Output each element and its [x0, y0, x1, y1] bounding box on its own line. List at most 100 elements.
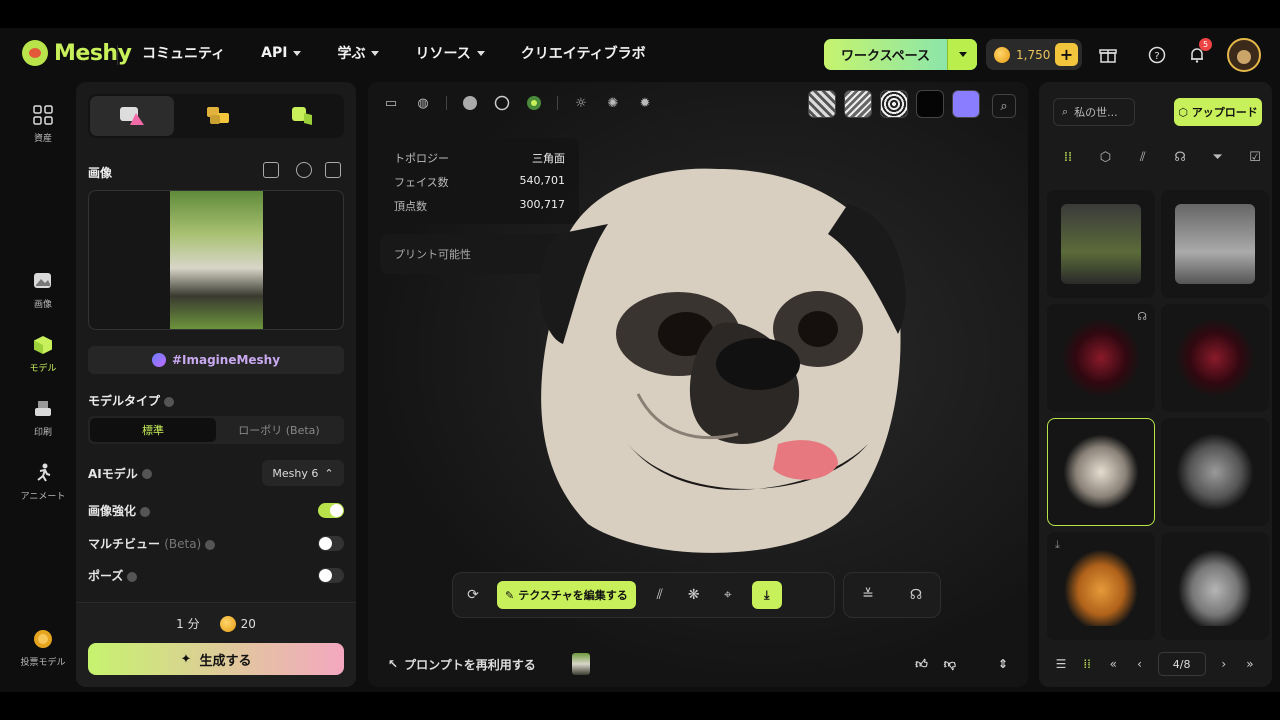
next-page-icon[interactable]: ›	[1216, 657, 1232, 671]
asset-card[interactable]	[1161, 304, 1269, 412]
nav-api[interactable]: API	[261, 43, 302, 63]
swatch-purple[interactable]	[952, 90, 980, 118]
thumbs-down-icon[interactable]: 👎︎	[944, 657, 956, 672]
asset-card[interactable]: ☊	[1047, 304, 1155, 412]
bulb-icon[interactable]	[296, 162, 312, 178]
list-icon[interactable]	[325, 162, 341, 178]
asset-card[interactable]	[1161, 190, 1269, 298]
globe-icon[interactable]: ◍	[414, 94, 432, 112]
rail-vote-model[interactable]: 投票モデル	[12, 628, 74, 668]
asset-card[interactable]	[1047, 190, 1155, 298]
filter-texture-icon[interactable]: ⫽	[1134, 148, 1152, 166]
add-credits-button[interactable]: +	[1055, 43, 1078, 66]
select-checkbox-icon[interactable]: ☑	[1246, 148, 1264, 166]
credits-pill[interactable]: 1,750 +	[986, 39, 1082, 70]
edit-texture-button[interactable]: ✎ テクスチャを編集する	[497, 581, 636, 609]
prev-page-icon[interactable]: ‹	[1131, 657, 1147, 671]
credit-cost: 20	[240, 616, 256, 631]
pose-toggle[interactable]	[318, 568, 344, 583]
filter-all-icon[interactable]: ⁞⁞	[1059, 148, 1077, 166]
rail-model[interactable]: モデル	[12, 334, 74, 374]
workspace-button[interactable]: ワークスペース	[824, 39, 977, 70]
zoom-icon[interactable]: ⌕	[992, 94, 1016, 118]
crop-icon[interactable]	[263, 162, 279, 178]
rail-print[interactable]: 印刷	[12, 398, 74, 438]
filter-animation-icon[interactable]: ☊	[1171, 148, 1189, 166]
avatar[interactable]	[1227, 38, 1261, 72]
info-icon[interactable]	[205, 539, 216, 550]
remesh-icon[interactable]: ⟳	[463, 585, 483, 605]
light-sun-icon[interactable]: ☼	[572, 94, 590, 112]
texture-shading-icon[interactable]	[525, 94, 543, 112]
asset-card[interactable]	[1161, 418, 1269, 526]
generate-button[interactable]: ✦ 生成する	[88, 643, 344, 675]
swatch-marble[interactable]	[808, 90, 836, 118]
multiview-toggle[interactable]	[318, 536, 344, 551]
thumbs-up-icon[interactable]: 👍︎	[915, 657, 928, 672]
tab-multi-image-to-3d[interactable]	[176, 94, 260, 138]
grid-view-icon[interactable]: ⁞⁞	[1079, 657, 1095, 671]
pin-menu-icon[interactable]: ⌖	[718, 585, 738, 605]
swatch-black[interactable]	[916, 90, 944, 118]
nav-creative-lab[interactable]: クリエイティブラボ	[521, 43, 646, 63]
bell-icon[interactable]: 5	[1186, 38, 1212, 66]
filter-model-icon[interactable]: ⬡	[1096, 148, 1114, 166]
light-burst-icon[interactable]: ✺	[604, 94, 622, 112]
first-page-icon[interactable]: «	[1105, 657, 1121, 671]
search-icon: ⌕	[1062, 105, 1069, 118]
taiyaki-gray-thumb	[1175, 546, 1255, 626]
asset-card[interactable]	[1161, 532, 1269, 640]
asset-card-selected[interactable]	[1047, 418, 1155, 526]
swatch-speckle[interactable]	[880, 90, 908, 118]
monitor-icon[interactable]: ▭	[382, 94, 400, 112]
reuse-prompt-button[interactable]: ↖ プロンプトを再利用する	[388, 656, 536, 673]
rail-animate[interactable]: アニメート	[12, 462, 74, 502]
enhance-toggle[interactable]	[318, 503, 344, 518]
parts-icon[interactable]: ❋	[684, 585, 704, 605]
swatch-noise[interactable]	[844, 90, 872, 118]
wire-shading-icon[interactable]	[493, 94, 511, 112]
tab-image-to-3d[interactable]	[90, 96, 174, 136]
tab-text-to-3d[interactable]	[260, 94, 344, 138]
ai-model-select[interactable]: Meshy 6 ⌃	[262, 460, 344, 486]
download-button[interactable]: ⤓	[751, 581, 782, 609]
adjust-icon[interactable]: ≚	[858, 585, 878, 605]
nav-community[interactable]: コミュニティ	[142, 43, 225, 63]
info-icon[interactable]	[140, 506, 151, 517]
model-type-standard[interactable]: 標準	[90, 418, 216, 442]
nav-learn[interactable]: 学ぶ	[337, 43, 380, 63]
gift-icon[interactable]	[1097, 44, 1119, 66]
search-input[interactable]: ⌕ 私の世...	[1053, 98, 1135, 126]
logo-icon	[22, 40, 48, 66]
hashtag-chip[interactable]: #ImagineMeshy	[88, 346, 344, 374]
funnel-icon[interactable]: ⏷	[1209, 148, 1227, 166]
light-settings-icon[interactable]: ✹	[636, 94, 654, 112]
source-thumbnail[interactable]	[571, 653, 590, 675]
list-view-icon[interactable]: ☰	[1053, 657, 1069, 671]
info-icon[interactable]	[164, 396, 175, 407]
info-icon[interactable]	[127, 571, 138, 582]
asset-card[interactable]: ⤓	[1047, 532, 1155, 640]
upload-button[interactable]: ⬡ アップロード	[1174, 98, 1262, 126]
help-icon[interactable]: ?	[1146, 44, 1168, 66]
3d-viewport[interactable]: ▭ ◍ ☼ ✺ ✹ ⌕ トポロジー 三角面 フェイス数 540,701 頂点数 300…	[368, 82, 1028, 687]
animate-icon[interactable]: ☊	[906, 585, 926, 605]
expand-chevron-icon[interactable]: ⇕	[998, 657, 1008, 671]
retexture-icon[interactable]: ⫽	[650, 585, 670, 605]
page-indicator[interactable]: 4/8	[1157, 652, 1206, 676]
workspace-dropdown[interactable]	[947, 39, 977, 70]
info-icon[interactable]	[141, 469, 152, 479]
library-footer: ☰ ⁞⁞ « ‹ 4/8 › »	[1039, 641, 1272, 687]
brand-logo[interactable]: Meshy	[22, 40, 132, 66]
rail-assets[interactable]: 資産	[12, 104, 74, 144]
model-type-lowpoly[interactable]: ローポリ (Beta)	[216, 418, 342, 442]
solid-shading-icon[interactable]	[461, 94, 479, 112]
robot-red-thumb	[1061, 318, 1141, 398]
image-upload-area[interactable]	[88, 190, 344, 330]
rail-image[interactable]: 画像	[12, 270, 74, 310]
coin-icon	[994, 46, 1010, 63]
nav-resources[interactable]: リソース	[415, 43, 485, 63]
last-page-icon[interactable]: »	[1242, 657, 1258, 671]
running-figure-icon	[37, 463, 51, 482]
svg-text:?: ?	[1154, 51, 1159, 62]
